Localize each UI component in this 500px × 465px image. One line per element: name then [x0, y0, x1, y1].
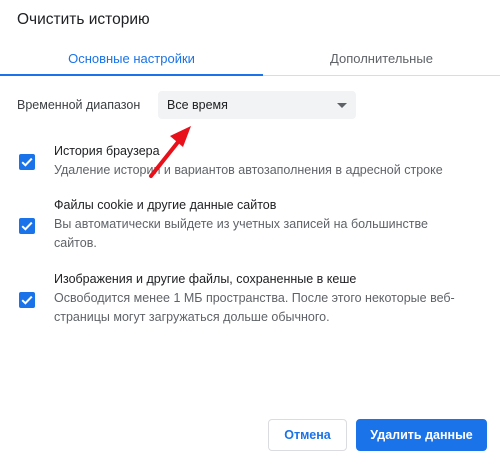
dialog-title: Очистить историю — [17, 11, 150, 28]
checkbox-cache[interactable] — [19, 292, 35, 308]
check-icon — [21, 221, 33, 231]
option-title: История браузера — [54, 144, 160, 158]
tab-advanced-settings[interactable]: Дополнительные — [263, 40, 500, 76]
option-description: Вы автоматически выйдете из учетных запи… — [54, 217, 428, 250]
clear-history-dialog: Очистить историю Основные настройки Допо… — [0, 0, 500, 465]
check-icon — [21, 157, 33, 167]
option-title: Изображения и другие файлы, сохраненные … — [54, 272, 357, 286]
cancel-button[interactable]: Отмена — [268, 419, 347, 451]
checkbox-cookies[interactable] — [19, 218, 35, 234]
checkbox-browsing-history[interactable] — [19, 154, 35, 170]
option-description: Удаление истории и вариантов автозаполне… — [54, 163, 443, 177]
time-range-selected-value: Все время — [167, 98, 228, 112]
time-range-label: Временной диапазон — [17, 98, 141, 112]
option-title: Файлы cookie и другие данные сайтов — [54, 198, 277, 212]
option-description: Освободится менее 1 МБ пространства. Пос… — [54, 291, 455, 324]
check-icon — [21, 295, 33, 305]
active-tab-indicator — [0, 74, 263, 76]
time-range-row: Временной диапазон Все время — [17, 91, 356, 119]
time-range-select[interactable]: Все время — [158, 91, 356, 119]
tab-basic-settings[interactable]: Основные настройки — [0, 40, 263, 76]
tab-bar: Основные настройки Дополнительные — [0, 40, 500, 76]
caret-down-icon — [337, 103, 347, 108]
delete-data-button[interactable]: Удалить данные — [356, 419, 487, 451]
